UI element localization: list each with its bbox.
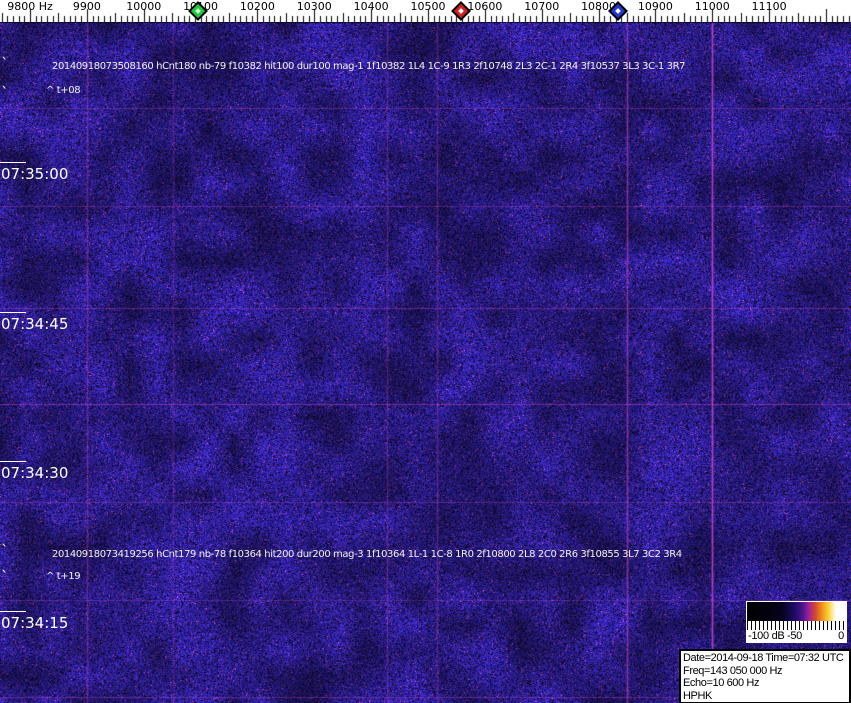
spectrogram-display xyxy=(0,0,851,703)
edge-tick-mark: ` xyxy=(1,542,9,560)
colorbar-label-mid: -50 xyxy=(786,630,802,642)
detection-text: 20140918073419256 hCnt179 nb-78 f10364 h… xyxy=(52,549,682,560)
spectrogram-window: 9800 Hz990010000101001020010300104001050… xyxy=(0,0,851,703)
info-line: Echo=10 600 Hz xyxy=(683,677,760,689)
colorbar-labels: -100 dB -50 0 xyxy=(746,630,847,643)
freq-label: 11000 xyxy=(694,0,730,13)
freq-label: 9800 Hz xyxy=(7,0,53,13)
colorbar: -100 dB -50 0 xyxy=(746,601,847,643)
colorbar-label-min: -100 dB xyxy=(748,630,785,642)
colorbar-label-max: 0 xyxy=(838,630,844,642)
detection-time-offset: ^ t+19 xyxy=(46,571,81,582)
time-tick xyxy=(0,312,26,313)
info-line: HPHK xyxy=(683,689,712,702)
info-line: Freq=143 050 000 Hz xyxy=(683,664,783,677)
time-label: 07:34:30 xyxy=(1,464,69,482)
freq-label: 10400 xyxy=(353,0,389,13)
detection-time-offset: ^ t+08 xyxy=(46,85,81,96)
colorbar-tick-marks xyxy=(747,621,846,630)
freq-label: 10300 xyxy=(296,0,332,13)
time-tick xyxy=(0,611,26,612)
frequency-ruler: 9800 Hz990010000101001020010300104001050… xyxy=(0,0,851,22)
info-box: Date=2014-09-18 Time=07:32 UTC Freq=143 0… xyxy=(679,649,851,703)
freq-label: 9900 xyxy=(72,0,101,13)
detection-text: 20140918073508160 hCnt180 nb-79 f10382 h… xyxy=(52,61,686,72)
freq-label: 10600 xyxy=(467,0,503,13)
freq-label: 11100 xyxy=(751,0,787,13)
freq-label: 10700 xyxy=(524,0,560,13)
edge-tick-mark: ` xyxy=(1,55,9,73)
time-label: 07:35:00 xyxy=(1,165,69,183)
time-label: 07:34:15 xyxy=(1,614,69,632)
edge-tick-mark: ` xyxy=(1,84,9,102)
time-tick xyxy=(0,162,26,163)
freq-label: 10000 xyxy=(126,0,162,13)
info-line: Date=2014-09-18 Time=07:32 UTC xyxy=(683,652,844,664)
marker-core xyxy=(195,8,201,14)
colorbar-gradient xyxy=(747,602,846,621)
edge-tick-mark: ` xyxy=(1,568,9,586)
freq-label: 10900 xyxy=(637,0,673,13)
marker-core xyxy=(615,8,621,14)
time-tick xyxy=(0,461,26,462)
freq-label: 10500 xyxy=(410,0,446,13)
time-label: 07:34:45 xyxy=(1,315,69,333)
freq-label: 10200 xyxy=(239,0,275,13)
marker-core xyxy=(458,8,464,14)
